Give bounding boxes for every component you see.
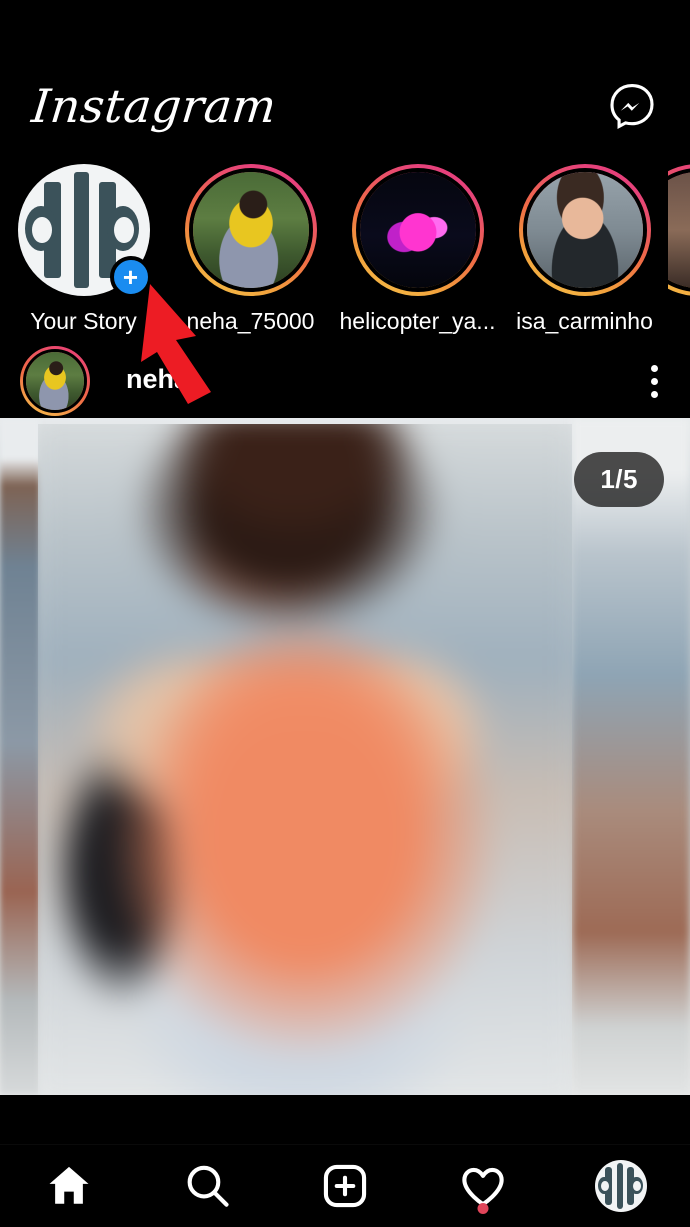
search-icon: [187, 1165, 229, 1207]
story-item-helicopter[interactable]: helicopter_ya...: [334, 164, 501, 335]
profile-avatar-icon: [595, 1160, 647, 1212]
instagram-wordmark: Instagram: [29, 79, 280, 133]
story-label: isa_carminho: [516, 308, 653, 334]
story-item-partial[interactable]: [668, 164, 690, 308]
post-media[interactable]: 1/5: [0, 418, 690, 1095]
post-image[interactable]: [38, 424, 572, 1095]
story-ring: [184, 164, 317, 296]
story-avatar: [522, 168, 647, 292]
post-image-art: [38, 424, 572, 1095]
story-label: helicopter_ya...: [339, 308, 496, 334]
add-to-story-badge[interactable]: +: [109, 256, 152, 298]
nav-home[interactable]: [14, 1145, 124, 1227]
story-avatar: [188, 168, 313, 292]
nav-create[interactable]: [290, 1145, 400, 1227]
story-item-your-story[interactable]: + Your Story: [0, 164, 167, 335]
story-item-isa-carminho[interactable]: isa_carminho: [501, 164, 668, 335]
post-username[interactable]: neha_: [126, 364, 204, 398]
story-label: Your Story: [30, 308, 137, 334]
bottom-navigation-bar: [0, 1144, 690, 1227]
story-avatar: [668, 168, 690, 292]
messenger-icon[interactable]: [604, 78, 660, 134]
story-photo: [526, 172, 643, 288]
nav-profile[interactable]: [566, 1145, 676, 1227]
activity-notification-dot: [477, 1202, 489, 1214]
app-header: Instagram: [0, 58, 690, 154]
stories-tray[interactable]: + Your Story neha_75000 helicopter_ya...: [0, 154, 690, 344]
story-ring: [351, 164, 484, 296]
post-author-photo: [26, 352, 84, 410]
story-photo: [359, 172, 476, 288]
instagram-feed-screen: Instagram + Your Story neha_75000 helico…: [0, 0, 690, 1227]
status-bar: [0, 0, 690, 58]
story-ring: [518, 164, 651, 296]
nav-search[interactable]: [152, 1145, 262, 1227]
more-options-icon[interactable]: [645, 359, 664, 404]
media-backdrop-right: [572, 418, 690, 1095]
story-avatar: [355, 168, 480, 292]
story-photo: [192, 172, 309, 288]
plus-square-icon: [323, 1164, 367, 1208]
story-label: neha_75000: [186, 308, 315, 334]
carousel-counter: 1/5: [574, 452, 664, 507]
story-photo: [668, 172, 690, 288]
story-item-neha-75000[interactable]: neha_75000: [167, 164, 334, 335]
post-header: neha_: [0, 344, 690, 418]
media-backdrop-left: [0, 418, 40, 1095]
home-icon: [49, 1166, 89, 1204]
nav-activity[interactable]: [428, 1145, 538, 1227]
post-author-avatar[interactable]: [20, 346, 90, 416]
story-ring: [668, 164, 690, 296]
your-story-avatar-ring: +: [17, 164, 152, 298]
